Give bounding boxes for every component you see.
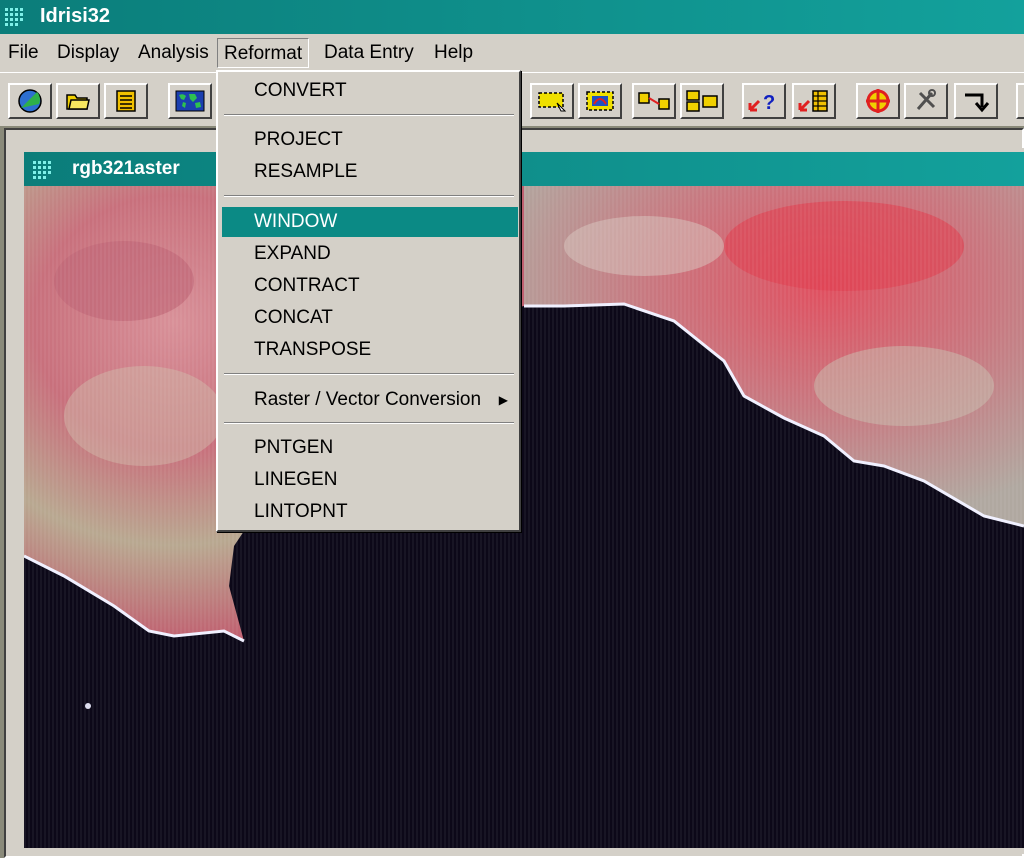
toolbar-composer-button[interactable]	[168, 83, 212, 119]
menu-item-label: Raster / Vector Conversion	[254, 389, 482, 410]
menu-bar: File Display Analysis Reformat Data Entr…	[0, 34, 1024, 72]
menu-item-convert[interactable]: CONVERT	[222, 76, 518, 106]
map-window-icon	[586, 91, 614, 111]
map-window-title: rgb321aster	[72, 158, 180, 179]
map-window[interactable]: rgb321aster	[20, 148, 1024, 854]
reformat-dropdown-menu: CONVERT PROJECT RESAMPLE WINDOW EXPAND C…	[216, 70, 521, 532]
menu-file[interactable]: File	[2, 38, 45, 68]
toolbar-tools-button[interactable]	[904, 83, 948, 119]
menu-item-window[interactable]: WINDOW	[222, 207, 518, 237]
menu-item-contract[interactable]: CONTRACT	[222, 271, 518, 301]
menu-analysis[interactable]: Analysis	[132, 38, 215, 68]
return-icon	[965, 93, 990, 113]
menu-item-transpose[interactable]: TRANSPOSE	[222, 335, 518, 365]
open-folder-icon	[66, 94, 90, 110]
target-icon	[866, 89, 890, 113]
toolbar-select-window-button[interactable]	[530, 83, 574, 119]
toolbar-link-button[interactable]	[632, 83, 676, 119]
idrisi-app-icon	[5, 8, 23, 26]
menu-separator	[224, 422, 514, 424]
menu-item-project[interactable]: PROJECT	[222, 125, 518, 155]
menu-separator	[224, 195, 514, 197]
menu-display[interactable]: Display	[51, 38, 125, 68]
menu-item-lintopnt[interactable]: LINTOPNT	[222, 497, 518, 527]
toolbar-map-window-button[interactable]	[578, 83, 622, 119]
toolbar-table-query-button[interactable]	[792, 83, 836, 119]
link-icon	[638, 92, 670, 110]
query-icon: ?	[748, 92, 775, 114]
satellite-image[interactable]	[24, 186, 1024, 848]
toolbar-display-button[interactable]	[8, 83, 52, 119]
toolbar-open-button[interactable]	[56, 83, 100, 119]
map-window-icon	[33, 161, 51, 179]
menu-item-expand[interactable]: EXPAND	[222, 239, 518, 269]
menu-item-linegen[interactable]: LINEGEN	[222, 465, 518, 495]
list-icon	[116, 90, 136, 112]
world-map-icon	[175, 90, 205, 112]
svg-text:?: ?	[763, 92, 775, 114]
menu-item-pntgen[interactable]: PNTGEN	[222, 433, 518, 463]
toolbar-query-button[interactable]: ?	[742, 83, 786, 119]
menu-item-raster-vector-conversion[interactable]: Raster / Vector Conversion ▶	[222, 385, 518, 415]
select-window-icon	[538, 92, 567, 112]
app-title: Idrisi32	[40, 5, 111, 27]
toolbar-target-button[interactable]	[856, 83, 900, 119]
toolbar-compare-button[interactable]	[680, 83, 724, 119]
submenu-arrow-icon: ▶	[498, 393, 508, 407]
menu-item-resample[interactable]: RESAMPLE	[222, 157, 518, 187]
table-query-icon	[798, 90, 828, 112]
menu-item-concat[interactable]: CONCAT	[222, 303, 518, 333]
menu-reformat[interactable]: Reformat	[217, 38, 310, 68]
toolbar-list-button[interactable]	[104, 83, 148, 119]
compare-icon	[686, 90, 718, 112]
app-title-bar: Idrisi32	[0, 0, 1024, 34]
menu-separator	[224, 373, 514, 375]
tools-icon	[916, 89, 936, 110]
menu-data-entry[interactable]: Data Entry	[318, 38, 420, 68]
toolbar-overflow-button[interactable]	[1016, 83, 1024, 119]
map-window-title-bar[interactable]: rgb321aster	[24, 152, 1024, 186]
menu-separator	[224, 114, 514, 116]
toolbar-return-button[interactable]	[954, 83, 998, 119]
menu-help[interactable]: Help	[428, 38, 479, 68]
globe-icon	[18, 89, 42, 113]
